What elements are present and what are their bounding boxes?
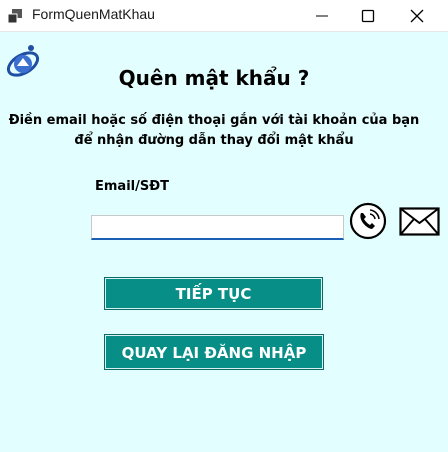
app-icon (7, 9, 22, 24)
continue-button[interactable]: TIẾP TỤC (104, 277, 323, 310)
close-icon (410, 9, 424, 23)
email-phone-label: Email/SĐT (95, 179, 169, 194)
envelope-icon[interactable] (399, 207, 440, 236)
close-button[interactable] (394, 0, 440, 31)
instructions-text: Điền email hoặc số điện thoại gắn với tà… (8, 113, 420, 148)
forgot-password-window: FormQuenMatKhau Quên mật khẩu ? Điền ema… (0, 0, 448, 452)
email-phone-input[interactable] (91, 215, 344, 240)
back-to-login-button[interactable]: QUAY LẠI ĐĂNG NHẬP (104, 334, 324, 370)
phone-call-icon[interactable] (349, 202, 387, 240)
page-title: Quên mật khẩu ? (118, 66, 310, 90)
title-bar: FormQuenMatKhau (0, 0, 448, 32)
minimize-icon (316, 15, 328, 17)
maximize-icon (361, 9, 375, 23)
window-title: FormQuenMatKhau (32, 6, 155, 22)
maximize-button[interactable] (345, 0, 391, 31)
minimize-button[interactable] (299, 0, 345, 31)
